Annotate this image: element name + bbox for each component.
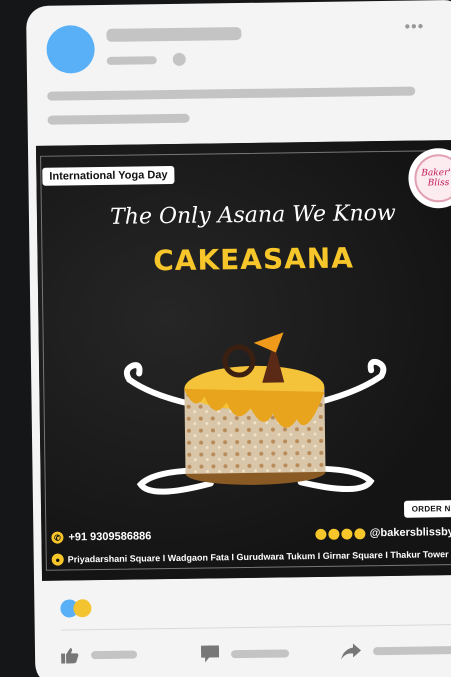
post-image[interactable]: International Yoga Day Baker's Bliss The… [35,139,451,581]
location-pin-icon: ● [51,553,64,566]
avatar[interactable] [46,25,95,74]
post-meta-placeholder [106,56,157,65]
youtube-icon [354,527,366,539]
instagram-icon [328,528,340,540]
reaction-summary[interactable] [60,599,100,620]
social-handle: @bakersblissbyswad [369,525,451,540]
audience-icon[interactable] [172,52,186,66]
divider [60,623,451,631]
comment-label-placeholder [231,648,290,658]
twitter-icon [341,527,353,540]
social-contact: @bakersblissbyswad [315,525,451,540]
social-icons [315,527,366,540]
logo-line-1: Baker's [421,168,451,179]
caption-line-2 [47,113,190,125]
cake-icon [184,332,326,485]
share-icon [341,643,362,660]
occasion-badge: International Yoga Day [42,165,175,186]
more-options-icon[interactable]: ••• [404,18,424,36]
post-card: ••• International Yoga Day Baker's Bliss… [26,0,451,677]
phone-contact: ✆ +91 9309586886 [51,530,152,544]
share-action[interactable] [341,642,451,660]
screen: ••• International Yoga Day Baker's Bliss… [0,0,451,677]
campaign-title: CAKEASANA [153,241,355,278]
order-now-button[interactable]: ORDER NOW [403,499,451,518]
comment-action[interactable] [200,644,290,663]
like-action[interactable] [61,647,138,664]
comment-icon [200,645,220,663]
author-name-placeholder[interactable] [106,26,242,42]
like-label-placeholder [91,650,138,660]
caption-line-1 [47,86,416,101]
facebook-icon [315,528,327,540]
phone-icon: ✆ [51,531,64,544]
share-label-placeholder [372,645,451,656]
cake-illustration [123,332,387,495]
haha-reaction-icon [73,599,92,618]
phone-number: +91 9309586886 [68,530,152,544]
thumbs-up-icon [61,648,79,664]
logo-line-2: Bliss [427,178,450,189]
